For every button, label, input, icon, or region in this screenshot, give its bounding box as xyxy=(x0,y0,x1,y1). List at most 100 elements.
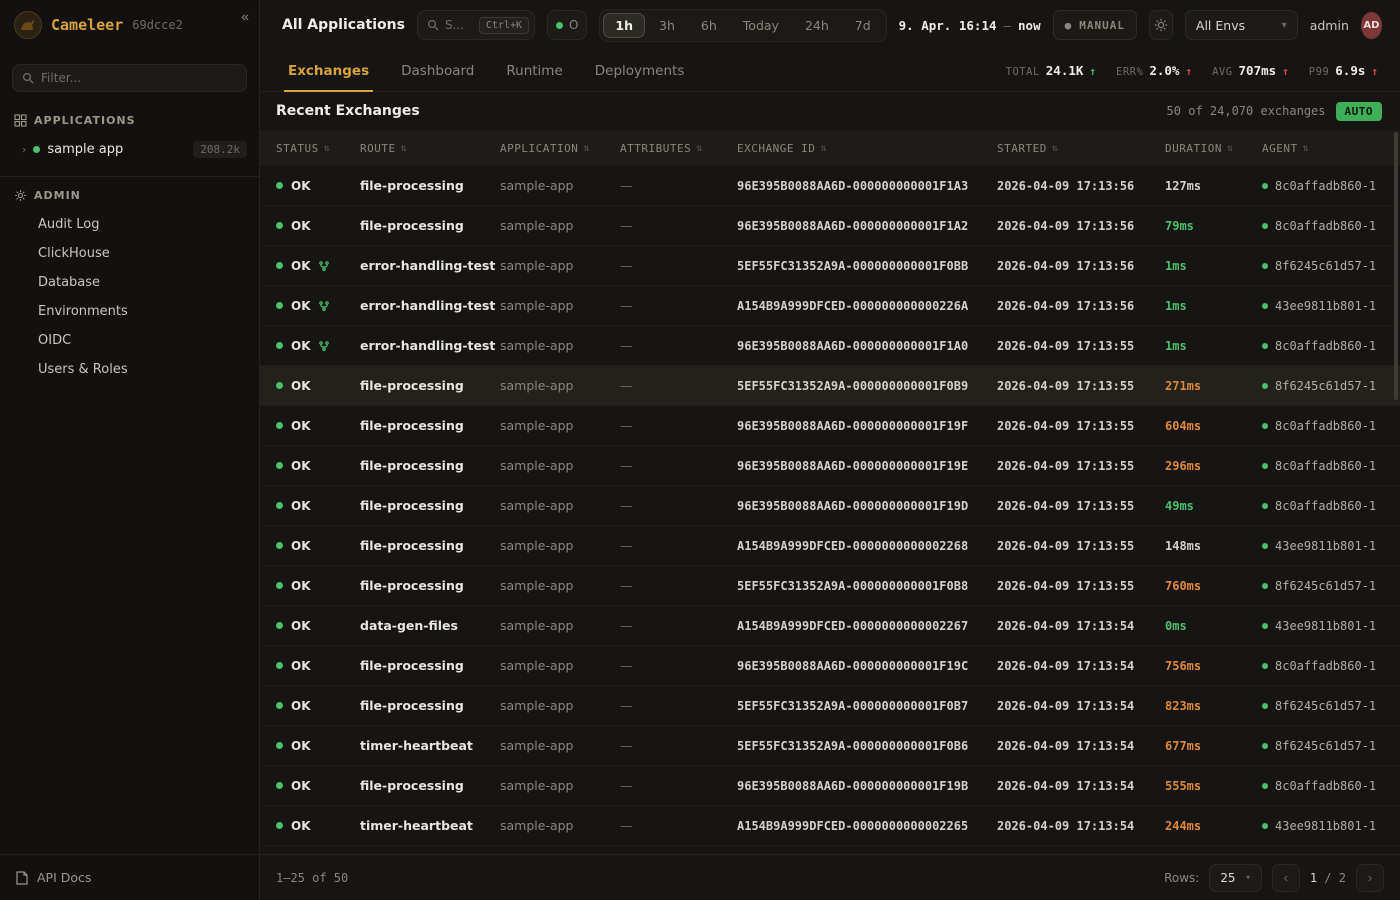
sidebar-item-sample-app[interactable]: › sample app 208.2k xyxy=(0,135,259,164)
table-row[interactable]: OKtimer-heartbeatsample-app—A154B9A999DF… xyxy=(260,806,1400,846)
theme-toggle-button[interactable] xyxy=(1149,10,1173,40)
time-range-6h[interactable]: 6h xyxy=(689,13,729,38)
api-docs-link[interactable]: API Docs xyxy=(0,854,259,900)
sidebar-item-oidc[interactable]: OIDC xyxy=(0,326,259,355)
time-range-24h[interactable]: 24h xyxy=(793,13,841,38)
chevron-down-icon: ▾ xyxy=(1245,873,1250,883)
tab-exchanges[interactable]: Exchanges xyxy=(272,50,385,91)
column-header-attributes[interactable]: ATTRIBUTES⇅ xyxy=(620,142,737,155)
route-cell: data-gen-files xyxy=(360,618,500,633)
agent-status-dot-icon xyxy=(1262,623,1268,629)
table-row[interactable]: OKfile-processingsample-app—5EF55FC31352… xyxy=(260,366,1400,406)
table-row[interactable]: OKfile-processingsample-app—5EF55FC31352… xyxy=(260,566,1400,606)
table-row[interactable]: OKfile-processingsample-app—96E395B0088A… xyxy=(260,766,1400,806)
time-range-today[interactable]: Today xyxy=(731,13,791,38)
tab-runtime[interactable]: Runtime xyxy=(490,50,578,91)
column-header-route[interactable]: ROUTE⇅ xyxy=(360,142,500,155)
agent-status-dot-icon xyxy=(1262,183,1268,189)
agent-id: 43ee9811b801-1 xyxy=(1275,539,1376,553)
time-range-3h[interactable]: 3h xyxy=(647,13,687,38)
time-range-1h[interactable]: 1h xyxy=(603,13,645,38)
column-header-started[interactable]: STARTED⇅ xyxy=(997,142,1165,155)
sort-icon: ⇅ xyxy=(696,143,703,154)
sidebar-filter[interactable] xyxy=(12,64,247,92)
ok-status-dot-icon xyxy=(276,302,283,309)
env-select[interactable]: All Envs ▾ xyxy=(1185,10,1298,40)
started-cell: 2026-04-09 17:13:54 xyxy=(997,699,1165,713)
column-label: APPLICATION xyxy=(500,142,578,155)
agent-cell: 8f6245c61d57-1 xyxy=(1262,379,1400,393)
date-range[interactable]: 9. Apr. 16:14 — now xyxy=(899,18,1041,33)
ok-status-dot-icon xyxy=(276,622,283,629)
table-row[interactable]: OKtimer-heartbeatsample-app—5EF55FC31352… xyxy=(260,726,1400,766)
total-pages: 2 xyxy=(1339,871,1346,885)
column-header-status[interactable]: STATUS⇅ xyxy=(276,142,360,155)
table-row[interactable]: OKdata-gen-filessample-app—A154B9A999DFC… xyxy=(260,606,1400,646)
status-cell: OK xyxy=(276,419,360,433)
column-header-duration[interactable]: DURATION⇅ xyxy=(1165,142,1262,155)
errors-only-toggle[interactable]: O xyxy=(547,10,587,40)
agent-id: 8c0affadb860-1 xyxy=(1275,179,1376,193)
status-label: OK xyxy=(291,499,311,513)
filter-input[interactable] xyxy=(41,71,237,85)
status-cell: OK xyxy=(276,619,360,633)
table-row[interactable]: OKfile-processingsample-app—96E395B0088A… xyxy=(260,646,1400,686)
started-cell: 2026-04-09 17:13:55 xyxy=(997,379,1165,393)
attributes-cell: — xyxy=(620,578,737,593)
sidebar-item-database[interactable]: Database xyxy=(0,268,259,297)
global-search[interactable]: Ctrl+K xyxy=(417,10,535,40)
time-range-7d[interactable]: 7d xyxy=(843,13,883,38)
status-label: OK xyxy=(291,259,311,273)
table-row[interactable]: OKfile-processingsample-app—96E395B0088A… xyxy=(260,446,1400,486)
prev-page-button[interactable]: ‹ xyxy=(1272,864,1300,892)
next-page-button[interactable]: › xyxy=(1356,864,1384,892)
status-label: OK xyxy=(291,179,311,193)
agent-id: 8f6245c61d57-1 xyxy=(1275,579,1376,593)
application-cell: sample-app xyxy=(500,778,620,793)
sidebar-item-users-roles[interactable]: Users & Roles xyxy=(0,355,259,384)
attributes-cell: — xyxy=(620,298,737,313)
manual-refresh-button[interactable]: ● MANUAL xyxy=(1053,10,1137,40)
avatar[interactable]: AD xyxy=(1361,12,1382,39)
stat-avg: AVG707ms↑ xyxy=(1212,63,1289,78)
column-header-agent[interactable]: AGENT⇅ xyxy=(1262,142,1400,155)
table-row[interactable]: OKerror-handling-testsample-app—96E395B0… xyxy=(260,326,1400,366)
sidebar-collapse-icon[interactable]: « xyxy=(241,8,249,24)
table-row[interactable]: OKfile-processingsample-app—A154B9A999DF… xyxy=(260,526,1400,566)
sidebar-item-clickhouse[interactable]: ClickHouse xyxy=(0,239,259,268)
sidebar-item-audit-log[interactable]: Audit Log xyxy=(0,210,259,239)
table-row[interactable]: OKerror-handling-testsample-app—A154B9A9… xyxy=(260,286,1400,326)
table-row[interactable]: OKfile-processingsample-app—5EF55FC31352… xyxy=(260,686,1400,726)
exchange-id-cell: 5EF55FC31352A9A-000000000001F0B7 xyxy=(737,699,997,713)
status-cell: OK xyxy=(276,779,360,793)
admin-section-label: ADMIN xyxy=(34,189,81,202)
table-row[interactable]: OKfile-processingsample-app—96E395B0088A… xyxy=(260,406,1400,446)
exchange-id-cell: A154B9A999DFCED-0000000000002268 xyxy=(737,539,997,553)
tab-dashboard[interactable]: Dashboard xyxy=(385,50,490,91)
vertical-scrollbar[interactable] xyxy=(1394,132,1398,400)
application-cell: sample-app xyxy=(500,538,620,553)
expand-chevron-icon[interactable]: › xyxy=(22,143,26,156)
rows-per-page-select[interactable]: 25 ▾ xyxy=(1209,864,1261,892)
agent-cell: 8c0affadb860-1 xyxy=(1262,339,1400,353)
trend-up-icon: ↑ xyxy=(1371,65,1378,78)
agent-status-dot-icon xyxy=(1262,503,1268,509)
sidebar-item-environments[interactable]: Environments xyxy=(0,297,259,326)
attributes-cell: — xyxy=(620,218,737,233)
tabs-row: ExchangesDashboardRuntimeDeployments TOT… xyxy=(260,50,1400,92)
auto-refresh-badge[interactable]: AUTO xyxy=(1336,102,1383,121)
started-cell: 2026-04-09 17:13:54 xyxy=(997,819,1165,833)
duration-cell: 49ms xyxy=(1165,499,1262,513)
column-header-exchange-id[interactable]: EXCHANGE ID⇅ xyxy=(737,142,997,155)
agent-status-dot-icon xyxy=(1262,383,1268,389)
search-input[interactable] xyxy=(445,18,473,32)
table-row[interactable]: OKfile-processingsample-app—96E395B0088A… xyxy=(260,206,1400,246)
exchange-id-cell: 96E395B0088AA6D-000000000001F1A3 xyxy=(737,179,997,193)
agent-id: 8f6245c61d57-1 xyxy=(1275,739,1376,753)
status-cell: OK xyxy=(276,659,360,673)
column-header-application[interactable]: APPLICATION⇅ xyxy=(500,142,620,155)
table-row[interactable]: OKerror-handling-testsample-app—5EF55FC3… xyxy=(260,246,1400,286)
table-row[interactable]: OKfile-processingsample-app—96E395B0088A… xyxy=(260,166,1400,206)
tab-deployments[interactable]: Deployments xyxy=(579,50,701,91)
table-row[interactable]: OKfile-processingsample-app—96E395B0088A… xyxy=(260,486,1400,526)
